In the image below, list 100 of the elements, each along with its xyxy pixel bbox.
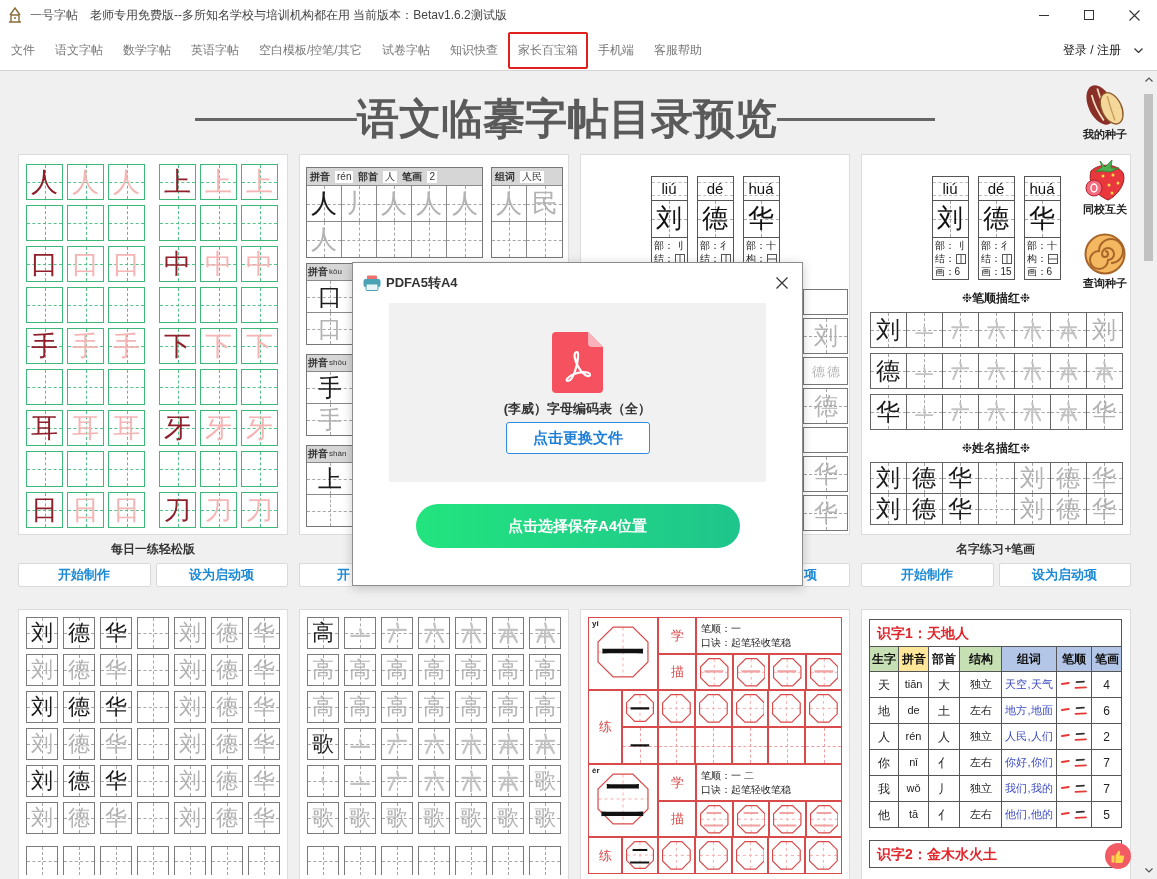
model-character: 德 (702, 206, 728, 232)
practice-character: 刘 (31, 659, 53, 681)
practice-character: 人 (381, 190, 407, 217)
writing-grid-square (137, 765, 169, 797)
stroke-order-icon (986, 361, 1006, 381)
practice-character: 人 (451, 190, 478, 217)
menu-item[interactable]: 英语字帖 (181, 31, 249, 69)
practice-character: 中 (205, 250, 232, 278)
stroke-order-icon (950, 361, 970, 381)
practice-character: 华 (105, 696, 127, 718)
dialog-title: PDFA5转A4 (386, 274, 458, 293)
practice-character: 德 (826, 364, 840, 378)
writing-grid-square (137, 654, 169, 686)
start-button[interactable]: 开始制作 (861, 563, 994, 587)
practice-character: 刘 (876, 318, 900, 342)
table-cell: 独立 (960, 672, 1002, 698)
table-cell: 7 (1092, 750, 1122, 776)
menu-item[interactable]: 试卷字帖 (371, 31, 440, 69)
account-menu-button[interactable]: 登录 / 注册 (1063, 35, 1143, 65)
stroke-order-icon (1058, 360, 1078, 382)
practice-character: 下 (246, 332, 273, 360)
writing-grid-square (137, 691, 169, 723)
practice-character: 牙 (205, 414, 232, 442)
table-cell: 7 (1092, 776, 1122, 802)
table-cell: 5 (1092, 802, 1122, 828)
practice-character: 口 (31, 250, 58, 278)
practice-character: 华 (1092, 400, 1116, 424)
practice-character: 高 (460, 696, 482, 718)
stroke-order-icon (1022, 401, 1042, 423)
section-label: 描 (658, 801, 696, 837)
set-startup-button[interactable]: 设为启动项 (998, 563, 1131, 587)
menu-item[interactable]: 知识快查 (439, 31, 508, 69)
file-name: (李威）字母编码表（全） (503, 400, 652, 417)
info-text: 画：6 (934, 265, 962, 278)
pinyin-text: èr (592, 767, 600, 775)
stroke-order-icon (1061, 809, 1087, 820)
structure-icon (720, 253, 731, 264)
practice-character: 一 (777, 662, 798, 682)
set-startup-button[interactable]: 项 (803, 563, 850, 587)
practice-character: 上 (164, 168, 191, 196)
change-file-button[interactable]: 点击更换文件 (505, 422, 650, 454)
stroke-order-icon (1061, 731, 1087, 742)
stroke-order-icon (950, 320, 970, 340)
close-button[interactable] (774, 275, 790, 291)
practice-character: 口 (72, 250, 99, 278)
shortcut-button[interactable]: 查询种子 (1083, 233, 1127, 290)
field-label: 拼音 (308, 266, 328, 278)
column-header: 拼音 (899, 647, 929, 672)
practice-character: 民 (531, 190, 558, 217)
practice-character: 华 (253, 696, 275, 718)
strawberry-icon (1083, 158, 1127, 201)
menu-item[interactable]: 语文字帖 (45, 31, 113, 69)
menu-item[interactable]: 客服帮助 (643, 31, 712, 69)
field-value: shǒu (329, 358, 347, 368)
start-button[interactable]: 开 (299, 563, 352, 587)
field-label: 部首 (358, 170, 379, 183)
table-cell: 左右 (960, 698, 1002, 724)
set-startup-button[interactable]: 设为启动项 (155, 563, 288, 587)
table-cell: 左右 (960, 802, 1002, 828)
model-character: 二 (601, 778, 645, 823)
practice-character: 高 (534, 659, 556, 681)
writing-grid-square (26, 205, 63, 241)
field-label: 组词 (495, 170, 515, 183)
practice-character: 手 (317, 407, 342, 432)
practice-character: 德 (1056, 466, 1080, 490)
menu-item[interactable]: 数学字帖 (113, 31, 181, 69)
table-cell: nǐ (899, 750, 929, 776)
table-cell: 你好,你们 (1002, 750, 1057, 776)
section-label: 练 (588, 837, 622, 874)
practice-character: 华 (105, 733, 127, 755)
menu-item[interactable]: 手机端 (587, 31, 644, 69)
pinyin-text: huá (1029, 181, 1055, 196)
practice-character: 华 (1092, 466, 1116, 490)
info-text: 画：6 (1026, 265, 1054, 278)
practice-character: 德 (876, 359, 900, 383)
practice-character: 德 (68, 659, 90, 681)
table-cell: 人民,人们 (1002, 724, 1057, 750)
table-cell: 独立 (960, 776, 1002, 802)
model-character: 德 (983, 206, 1009, 232)
table-cell: 丿 (929, 776, 960, 802)
writing-grid-square (108, 205, 145, 241)
practice-character: 日 (113, 496, 140, 524)
table-cell: de (899, 698, 929, 724)
menu-item[interactable]: 空白模板/控笔/其它 (249, 31, 372, 69)
section-label: 学 (658, 617, 696, 654)
menu-item[interactable]: 家长百宝箱 (507, 31, 588, 69)
shortcut-button[interactable]: 我的种子 (1083, 84, 1127, 141)
practice-character: 刘 (31, 622, 53, 644)
practice-character: 高 (312, 659, 334, 681)
scrollbar-thumb[interactable] (1144, 94, 1153, 261)
start-button[interactable]: 开始制作 (18, 563, 151, 587)
shortcut-button[interactable]: 同校互关 (1083, 158, 1127, 216)
stroke-order-icon (1022, 319, 1042, 341)
table-cell: tā (899, 802, 929, 828)
table-cell: 天 (870, 672, 899, 698)
stroke-order-icon (914, 366, 934, 376)
menu-item[interactable]: 文件 (1, 31, 45, 69)
stroke-order-icon (1061, 783, 1087, 794)
practice-character: 德 (216, 770, 238, 792)
writing-grid-square (159, 369, 196, 405)
